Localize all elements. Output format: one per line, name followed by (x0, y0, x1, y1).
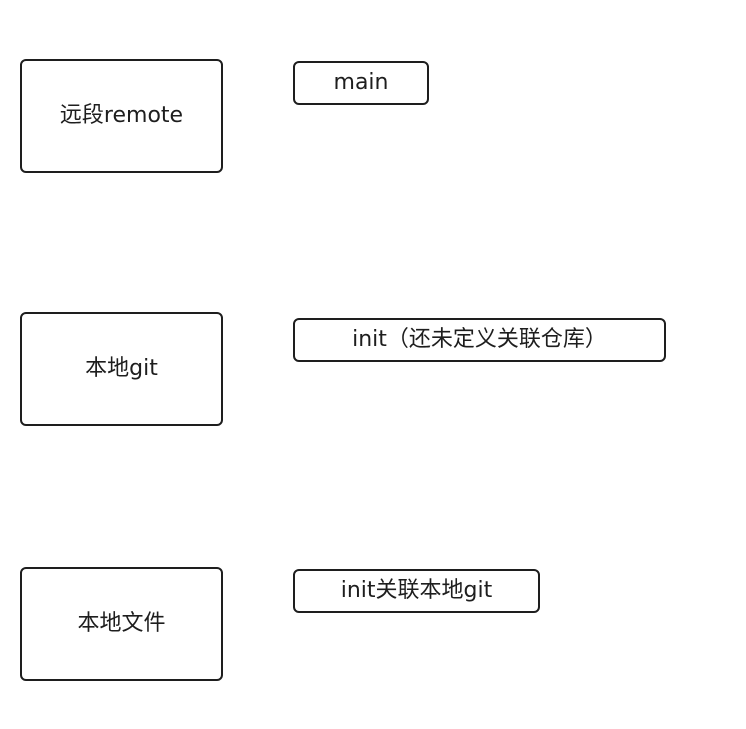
main-branch-tag: main (293, 61, 429, 105)
local-git-node-label: 本地git (85, 356, 158, 381)
init-link-tag: init关联本地git (293, 569, 540, 613)
local-files-node: 本地文件 (20, 567, 223, 681)
remote-node: 远段remote (20, 59, 223, 173)
main-branch-label: main (333, 70, 389, 95)
init-tag: init（还未定义关联仓库） (293, 318, 666, 362)
init-tag-label: init（还未定义关联仓库） (352, 327, 607, 352)
remote-node-label: 远段remote (59, 103, 184, 128)
local-files-node-label: 本地文件 (77, 611, 166, 636)
init-link-tag-label: init关联本地git (340, 578, 493, 603)
local-git-node: 本地git (20, 312, 223, 426)
